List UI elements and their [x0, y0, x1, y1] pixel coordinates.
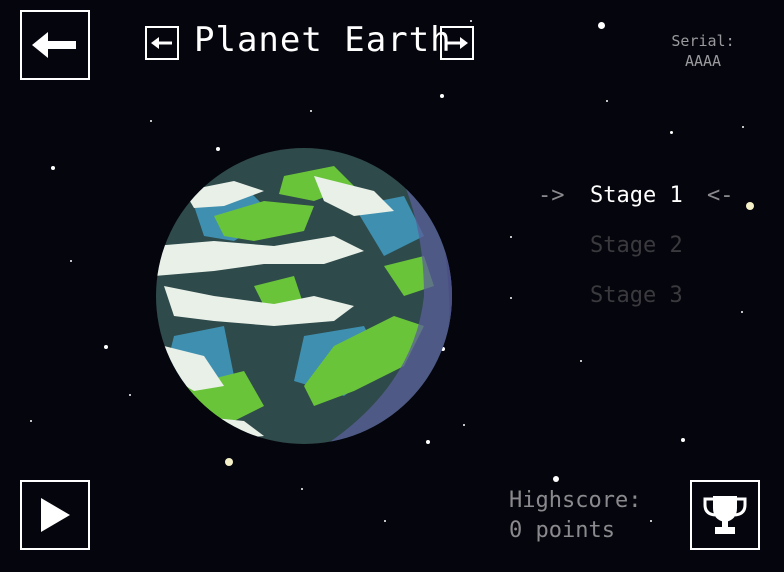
star: [553, 476, 559, 482]
star: [440, 94, 444, 98]
star: [681, 438, 685, 442]
star: [129, 394, 131, 396]
next-planet-button[interactable]: [440, 26, 474, 60]
star: [463, 424, 465, 426]
highscore-label: Highscore:: [509, 488, 642, 513]
stage-1-button[interactable]: Stage 1: [590, 181, 683, 211]
star: [741, 311, 743, 313]
star: [742, 126, 744, 128]
star: [225, 458, 233, 466]
star: [510, 297, 512, 299]
planet-title: Planet Earth: [194, 20, 452, 60]
play-button[interactable]: [20, 480, 90, 550]
left-arrow-icon: [151, 37, 172, 49]
star: [510, 236, 512, 238]
star: [598, 22, 605, 29]
star: [650, 520, 652, 522]
stage-3-button[interactable]: Stage 3: [590, 281, 683, 311]
star: [384, 520, 386, 522]
play-icon: [41, 498, 70, 532]
serial-value: AAAA: [684, 52, 722, 70]
back-arrow-icon: [32, 32, 76, 58]
star: [470, 20, 472, 22]
trophy-icon: [703, 496, 747, 534]
star: [70, 260, 72, 262]
serial-label: Serial:: [671, 32, 735, 50]
star: [104, 345, 108, 349]
star: [301, 488, 303, 490]
star: [580, 360, 582, 362]
prev-planet-button[interactable]: [145, 26, 179, 60]
star: [310, 110, 312, 112]
stage-selector-right-marker: <-: [707, 183, 734, 208]
back-button[interactable]: [20, 10, 90, 80]
planet-earth: [156, 148, 452, 444]
trophy-button[interactable]: [690, 480, 760, 550]
stage-2-button[interactable]: Stage 2: [590, 231, 683, 261]
highscore-value: 0 points: [509, 518, 615, 543]
star: [30, 420, 32, 422]
highscore-display: Highscore: 0 points: [509, 486, 641, 546]
star: [51, 166, 55, 170]
star: [606, 100, 608, 102]
star: [150, 120, 152, 122]
star: [670, 131, 673, 134]
serial-display: Serial: AAAA: [662, 31, 744, 71]
star: [746, 202, 754, 210]
right-arrow-icon: [447, 37, 468, 49]
stage-selector-left-marker: ->: [538, 183, 565, 208]
